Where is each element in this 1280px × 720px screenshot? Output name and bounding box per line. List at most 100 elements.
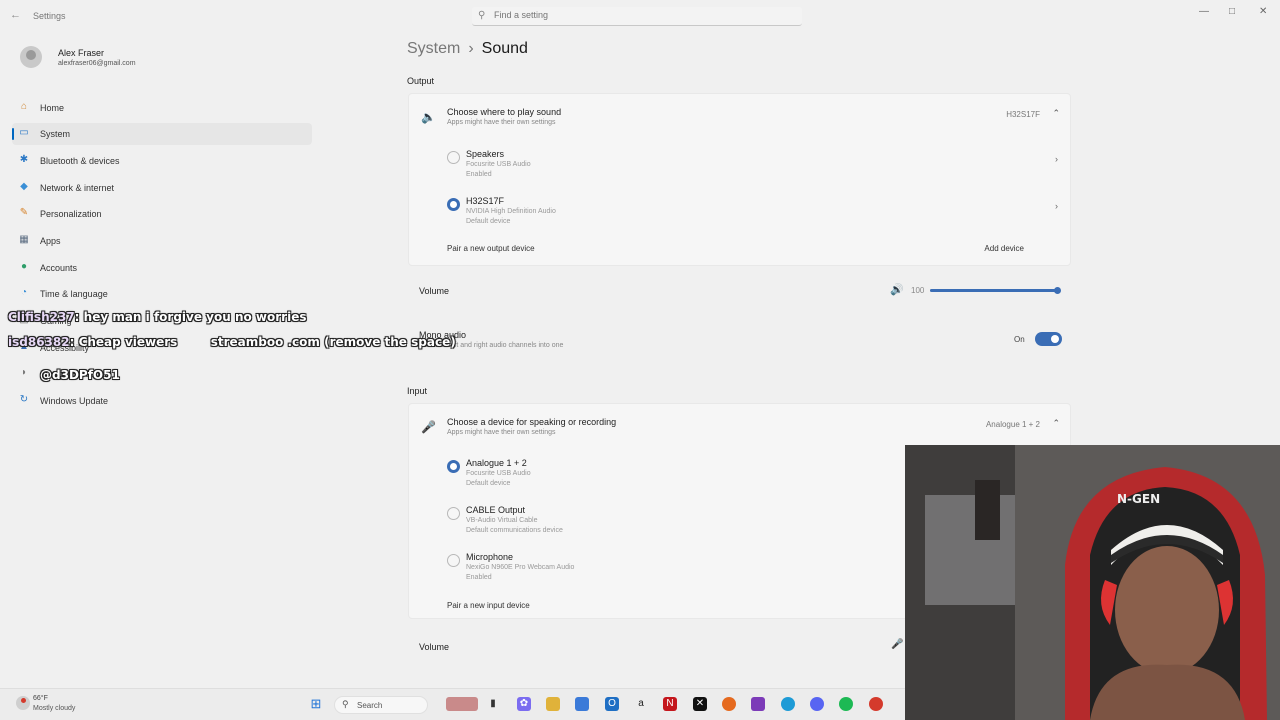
radio-button[interactable]: [447, 554, 460, 567]
firefox-icon[interactable]: [722, 697, 736, 711]
netflix-icon[interactable]: N: [663, 697, 677, 711]
sidebar-item-apps[interactable]: ▦ Apps: [12, 230, 312, 252]
breadcrumb: System › Sound: [407, 40, 528, 58]
chair-logo-text: N-GEN: [1117, 492, 1160, 506]
monitor-icon: ▭: [19, 127, 29, 138]
shield-icon: ◗: [20, 367, 28, 378]
back-arrow-icon[interactable]: ←: [10, 9, 21, 21]
device-status: Enabled: [466, 574, 492, 581]
twitch-icon[interactable]: [751, 697, 765, 711]
brush-icon: ✎: [19, 207, 29, 218]
page-title: Sound: [481, 40, 528, 57]
sidebar-item-time-language[interactable]: ◔ Time & language: [12, 283, 312, 305]
amazon-icon[interactable]: a: [634, 697, 648, 711]
radio-button[interactable]: [447, 460, 460, 473]
breadcrumb-parent[interactable]: System: [407, 40, 460, 57]
device-name: Speakers: [466, 149, 505, 159]
profile-name: Alex Fraser: [58, 48, 105, 58]
chat-username: isd86382: [8, 335, 70, 349]
search-icon: ⚲: [342, 699, 349, 709]
radio-button[interactable]: [447, 198, 460, 211]
radio-button[interactable]: [447, 151, 460, 164]
output-device-option-h32s17f[interactable]: H32S17F NVIDIA High Definition Audio Def…: [447, 193, 1062, 229]
add-device-button[interactable]: Add device: [984, 244, 1024, 253]
chevron-up-icon[interactable]: ⌃: [1052, 418, 1060, 429]
breadcrumb-separator: ›: [468, 40, 474, 57]
microphone-volume-icon[interactable]: 🎤: [891, 639, 903, 650]
weather-temperature: 66°F: [33, 695, 48, 702]
speaker-icon: 🔈: [421, 110, 436, 124]
close-icon[interactable]: ✕: [1259, 6, 1267, 17]
input-selected-device: Analogue 1 + 2: [985, 420, 1040, 429]
output-header-title: Choose where to play sound: [447, 107, 562, 117]
settings-search-box[interactable]: ⚲: [472, 7, 802, 26]
discord-icon[interactable]: [810, 697, 824, 711]
sidebar-item-label: Personalization: [40, 209, 102, 219]
network-icon: ◆: [20, 181, 28, 192]
taskbar-search[interactable]: ⚲ Search: [334, 696, 428, 714]
update-icon: ↻: [19, 394, 29, 405]
device-status: Default device: [466, 480, 511, 487]
home-icon: ⌂: [20, 101, 28, 112]
sidebar-item-label: Bluetooth & devices: [40, 156, 120, 166]
device-driver: NVIDIA High Definition Audio: [466, 208, 556, 215]
input-device-header[interactable]: 🎤 Choose a device for speaking or record…: [409, 404, 1070, 448]
output-device-card: 🔈 Choose where to play sound Apps might …: [408, 93, 1071, 266]
edge-icon[interactable]: [781, 697, 795, 711]
chevron-up-icon[interactable]: ⌃: [1052, 108, 1060, 119]
output-volume-label: Volume: [419, 286, 450, 296]
settings-search-input[interactable]: [494, 10, 784, 20]
input-section-title: Input: [407, 386, 428, 396]
speaker-volume-icon[interactable]: 🔊: [890, 283, 904, 296]
device-status: Default device: [466, 218, 511, 225]
sidebar-item-label: Time & language: [40, 289, 108, 299]
device-name: Microphone: [466, 552, 514, 562]
slider-fill: [930, 289, 1058, 292]
maximize-icon[interactable]: □: [1229, 6, 1235, 17]
device-driver: Focusrite USB Audio: [466, 161, 531, 168]
windows-start-icon[interactable]: ⊞: [309, 697, 323, 711]
minimize-icon[interactable]: —: [1199, 6, 1209, 17]
chat-message: @d3DPfO51: [40, 368, 120, 382]
file-explorer-icon[interactable]: [546, 697, 560, 711]
sidebar-item-personalization[interactable]: ✎ Personalization: [12, 203, 312, 225]
copilot-icon[interactable]: ✿: [517, 697, 531, 711]
profile-email: alexfraser06@gmail.com: [58, 60, 136, 67]
chat-text: : Cheap viewers streamboo .com (remove t…: [69, 335, 456, 349]
sidebar-item-accounts[interactable]: ● Accounts: [12, 257, 312, 279]
output-device-header[interactable]: 🔈 Choose where to play sound Apps might …: [409, 94, 1070, 138]
webcam-feed: N-GEN: [905, 445, 1280, 720]
sidebar-item-windows-update[interactable]: ↻ Windows Update: [12, 390, 312, 412]
sidebar-item-home[interactable]: ⌂ Home: [12, 97, 312, 119]
radio-button[interactable]: [447, 507, 460, 520]
output-selected-device: H32S17F: [1006, 110, 1040, 119]
chevron-right-icon[interactable]: ›: [1055, 154, 1058, 164]
device-status: Enabled: [466, 171, 492, 178]
chevron-right-icon[interactable]: ›: [1055, 201, 1058, 211]
output-section-title: Output: [407, 76, 435, 86]
chat-text: @d3DPfO51: [40, 368, 120, 382]
mono-audio-toggle[interactable]: [1035, 332, 1062, 346]
x-app-icon[interactable]: ✕: [693, 697, 707, 711]
chat-message: isd86382: Cheap viewers streamboo .com (…: [8, 335, 456, 349]
search-highlight-icon[interactable]: [446, 697, 478, 711]
obs-icon[interactable]: [869, 697, 883, 711]
outlook-icon[interactable]: O: [605, 697, 619, 711]
device-driver: Focusrite USB Audio: [466, 470, 531, 477]
spotify-icon[interactable]: [839, 697, 853, 711]
sidebar-item-label: Windows Update: [40, 396, 109, 406]
weather-icon[interactable]: [16, 696, 30, 710]
sidebar-item-bluetooth[interactable]: ✱ Bluetooth & devices: [12, 150, 312, 172]
sidebar-item-label: Accounts: [40, 263, 78, 273]
accounts-icon: ●: [20, 261, 28, 272]
sidebar-item-system[interactable]: ▭ System: [12, 123, 312, 145]
input-header-title: Choose a device for speaking or recordin…: [447, 417, 617, 427]
webcam-overlay: N-GEN: [905, 445, 1280, 720]
sidebar-item-label: Home: [40, 103, 65, 113]
slider-thumb[interactable]: [1054, 287, 1061, 294]
store-icon[interactable]: [575, 697, 589, 711]
output-device-option-speakers[interactable]: Speakers Focusrite USB Audio Enabled ›: [447, 146, 1062, 182]
task-view-icon[interactable]: ▮: [486, 697, 500, 711]
sidebar-item-network[interactable]: ◆ Network & internet: [12, 177, 312, 199]
output-volume-slider[interactable]: [930, 287, 1061, 294]
